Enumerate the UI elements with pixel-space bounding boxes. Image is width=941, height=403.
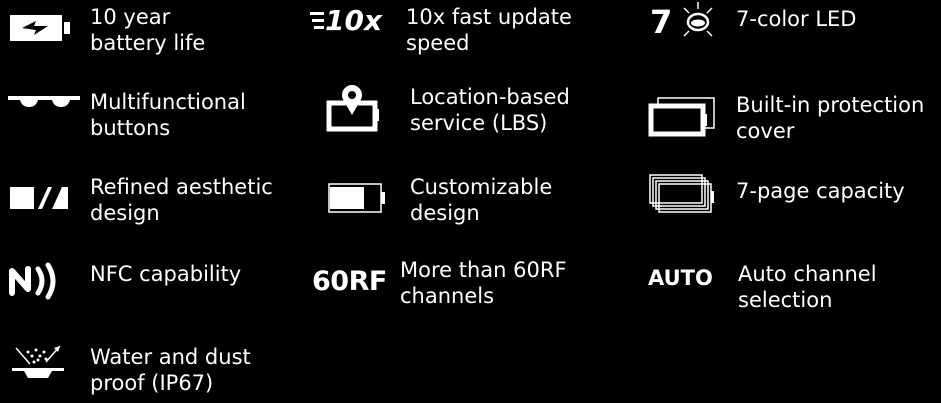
auto-label-line2: selection: [738, 288, 833, 312]
fast-update-icon: 10x: [310, 4, 400, 52]
custom-label-line2: design: [410, 201, 480, 225]
feature-led: 7 7-color LED: [650, 0, 856, 44]
led-light-icon: 7: [650, 0, 732, 44]
rf-badge: 60RF: [312, 265, 387, 297]
feature-buttons: Multifunctional buttons: [8, 89, 246, 141]
auto-channel-icon: AUTO: [648, 261, 728, 295]
auto-label-line1: Auto channel: [738, 262, 877, 286]
led-badge: 7: [650, 3, 673, 41]
cover-label-line1: Built-in protection: [736, 93, 925, 117]
customizable-display-icon: [326, 174, 400, 222]
water-dust-proof-icon: [8, 344, 80, 392]
location-pin-icon: [326, 84, 400, 134]
auto-badge: AUTO: [648, 266, 713, 290]
led-label: 7-color LED: [736, 7, 857, 31]
design-label-line2: design: [90, 201, 160, 225]
feature-nfc: NFC capability: [8, 257, 241, 305]
aesthetic-design-icon: [8, 174, 80, 222]
buttons-label-line1: Multifunctional: [90, 90, 246, 114]
update-label-line1: 10x fast update: [406, 5, 572, 29]
custom-label-line1: Customizable: [410, 175, 553, 199]
battery-label-line1: 10 year: [90, 5, 171, 29]
update-label-line2: speed: [406, 31, 470, 55]
nfc-icon: [8, 257, 80, 305]
feature-update-speed: 10x 10x fast update speed: [310, 4, 572, 56]
rf-label-line2: channels: [400, 284, 495, 308]
feature-auto-channel: AUTO Auto channel selection: [648, 261, 877, 313]
protection-cover-icon: [648, 92, 726, 142]
lbs-label-line2: service (LBS): [410, 111, 548, 135]
waterproof-label-line1: Water and dust: [90, 345, 251, 369]
stacked-pages-icon: [648, 170, 726, 218]
lbs-label-line1: Location-based: [410, 85, 570, 109]
battery-label-line2: battery life: [90, 31, 206, 55]
design-label-line1: Refined aesthetic: [90, 175, 273, 199]
update-badge: 10x: [325, 4, 383, 37]
buttons-icon: [8, 89, 80, 137]
waterproof-label-line2: proof (IP67): [90, 371, 214, 395]
feature-page-capacity: 7-page capacity: [648, 170, 905, 218]
feature-lbs: Location-based service (LBS): [326, 84, 570, 136]
feature-waterproof: Water and dust proof (IP67): [8, 344, 251, 396]
feature-design: Refined aesthetic design: [8, 174, 273, 226]
feature-customizable: Customizable design: [326, 174, 552, 226]
buttons-label-line2: buttons: [90, 116, 171, 140]
rf-label-line1: More than 60RF: [400, 258, 567, 282]
pages-label: 7-page capacity: [736, 179, 905, 203]
nfc-label: NFC capability: [90, 262, 242, 286]
rf-channels-icon: 60RF: [312, 257, 396, 305]
feature-battery: 10 year battery life: [8, 4, 205, 56]
feature-rf-channels: 60RF More than 60RF channels: [312, 257, 567, 309]
cover-label-line2: cover: [736, 119, 795, 143]
feature-protection-cover: Built-in protection cover: [648, 92, 924, 144]
battery-icon: [8, 4, 80, 52]
